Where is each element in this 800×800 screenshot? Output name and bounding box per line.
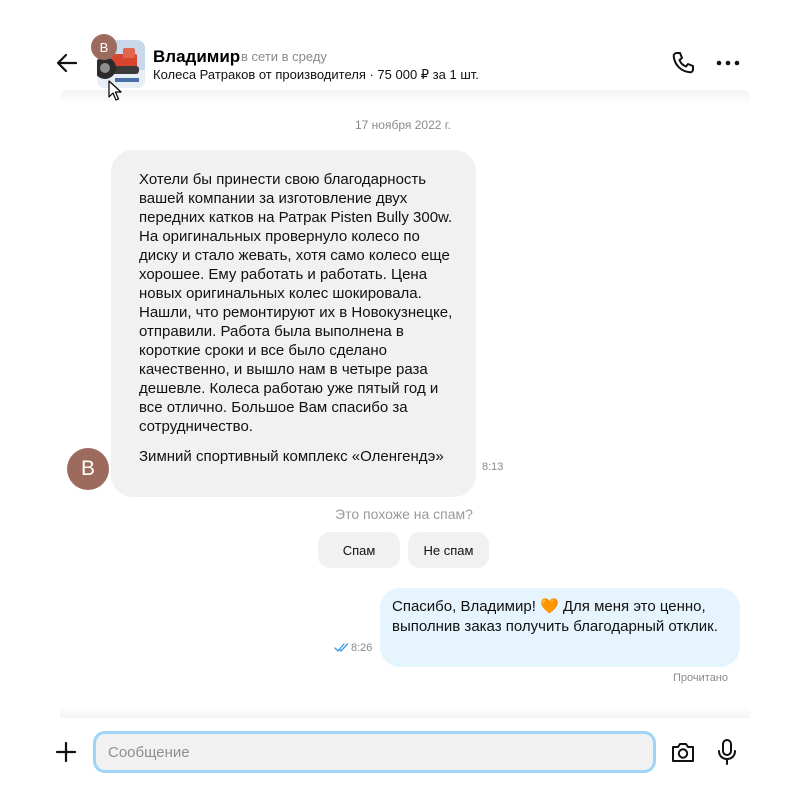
mouse-cursor-icon [108, 80, 122, 101]
message-text: Хотели бы принести свою благодарность ва… [139, 171, 453, 435]
camera-button[interactable] [670, 740, 696, 764]
contact-avatar[interactable]: В [91, 34, 117, 60]
read-status: Прочитано [673, 672, 728, 684]
contact-name[interactable]: Владимир [153, 47, 240, 67]
camera-icon [672, 743, 694, 762]
microphone-icon [718, 739, 736, 765]
more-dots-icon [716, 60, 740, 66]
date-separator: 17 ноября 2022 г. [341, 112, 465, 138]
call-button[interactable] [670, 50, 696, 76]
listing-subtitle[interactable]: Колеса Ратраков от производителя · 75 00… [153, 67, 479, 83]
message-text: Спасибо, Владимир! 🧡 Для меня это ценно,… [392, 598, 718, 635]
arrow-left-icon [56, 53, 78, 73]
attach-button[interactable] [54, 740, 78, 764]
message-input[interactable] [93, 731, 656, 773]
message-time: 8:26 [351, 642, 373, 654]
more-options-button[interactable] [714, 50, 742, 76]
voice-button[interactable] [716, 738, 738, 766]
sender-avatar[interactable]: В [67, 448, 109, 490]
not-spam-button[interactable]: Не спам [408, 532, 489, 568]
plus-icon [55, 741, 77, 763]
double-check-icon [334, 643, 349, 652]
contact-status: в сети в среду [241, 49, 327, 64]
spam-button[interactable]: Спам [318, 532, 400, 568]
phone-icon [672, 52, 694, 74]
spam-question: Это похоже на спам? [335, 506, 473, 522]
back-button[interactable] [52, 48, 82, 78]
message-signature: Зимний спортивный комплекс «Оленгендэ» [139, 448, 444, 465]
message-time: 8:13 [482, 461, 504, 473]
header-divider [60, 90, 750, 104]
incoming-message-bubble: Хотели бы принести свою благодарность ва… [111, 150, 476, 497]
outgoing-message-bubble: Спасибо, Владимир! 🧡 Для меня это ценно,… [380, 588, 740, 667]
